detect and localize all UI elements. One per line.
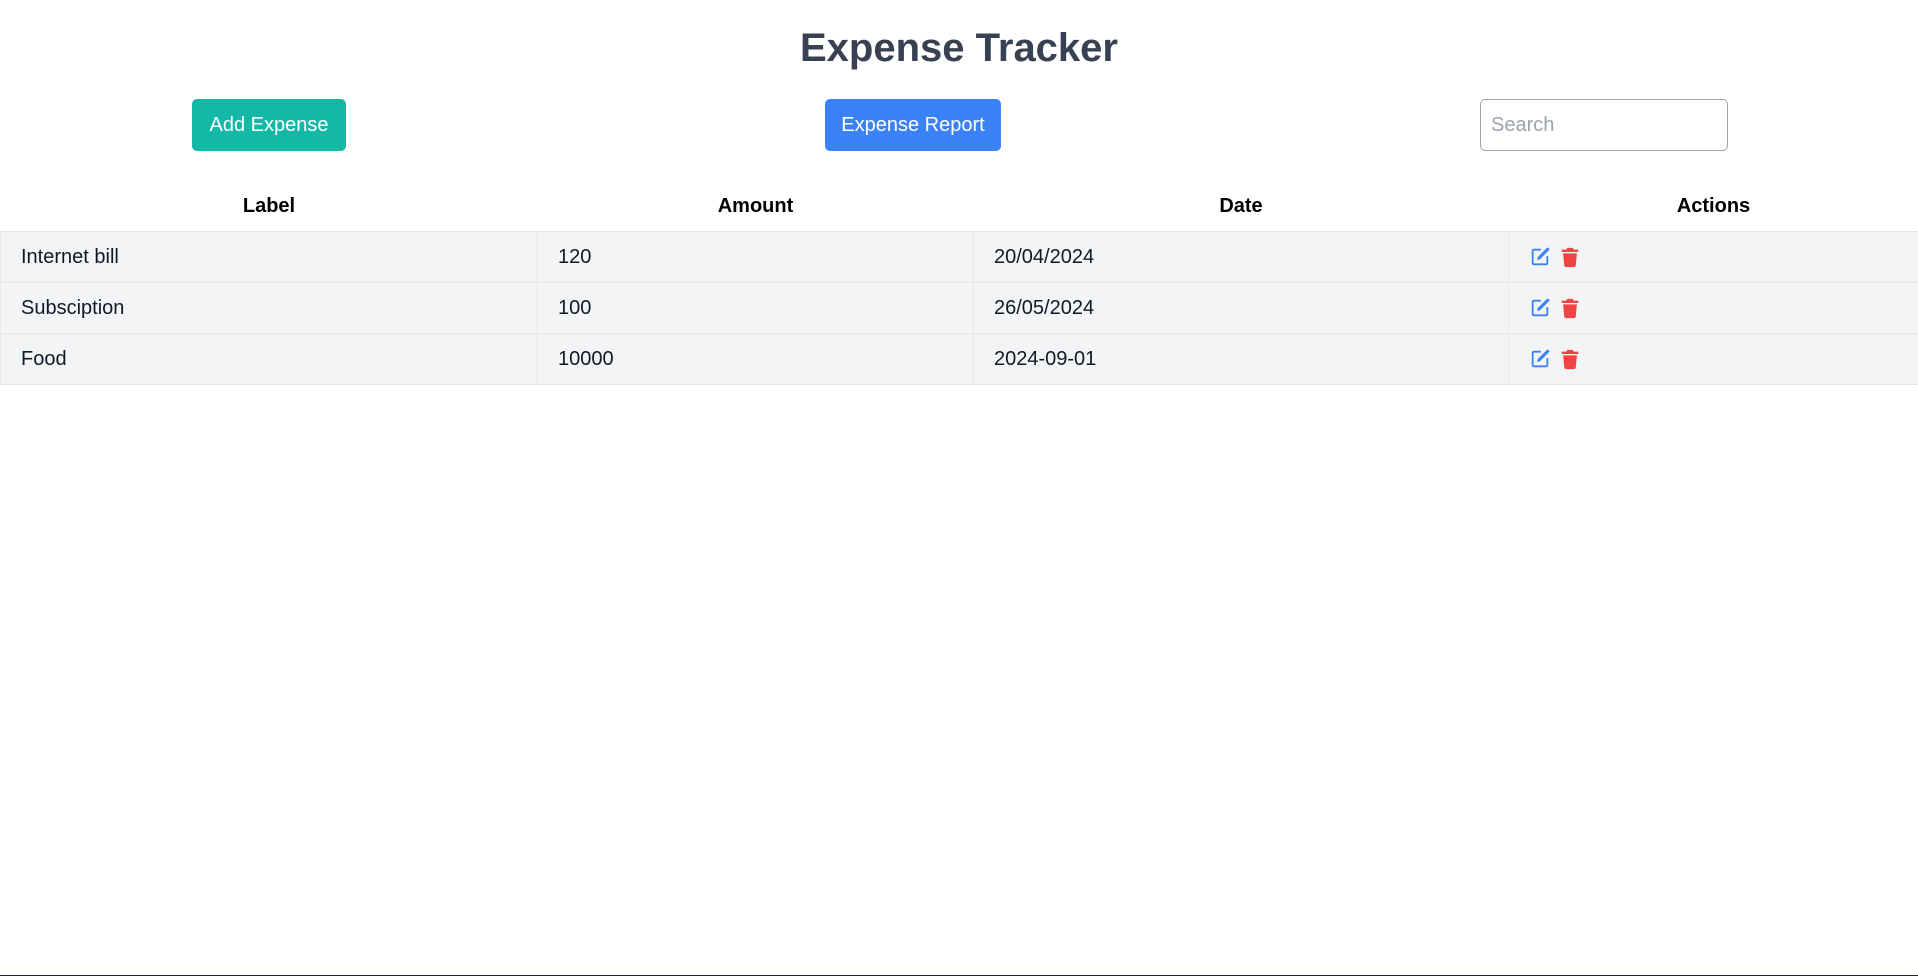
cell-label: Food	[0, 333, 538, 385]
table-row: Internet bill 120 20/04/2024	[0, 231, 1918, 283]
trash-icon[interactable]	[1559, 348, 1581, 370]
cell-actions	[1508, 333, 1918, 385]
cell-amount: 120	[537, 231, 974, 283]
page-title: Expense Tracker	[800, 26, 1118, 70]
cell-actions	[1508, 282, 1918, 334]
trash-icon[interactable]	[1559, 297, 1581, 319]
page: Expense Tracker Add Expense Expense Repo…	[0, 0, 1918, 976]
edit-icon[interactable]	[1529, 348, 1551, 370]
cell-label: Internet bill	[0, 231, 538, 283]
edit-icon[interactable]	[1529, 246, 1551, 268]
table-header: Label Amount Date Actions	[1, 181, 1918, 232]
cell-date: 2024-09-01	[973, 333, 1509, 385]
cell-date: 26/05/2024	[973, 282, 1509, 334]
expense-table: Label Amount Date Actions Internet bill …	[0, 181, 1918, 385]
add-expense-button[interactable]: Add Expense	[192, 99, 346, 151]
cell-amount: 10000	[537, 333, 974, 385]
edit-icon[interactable]	[1529, 297, 1551, 319]
table-row: Food 10000 2024-09-01	[0, 333, 1918, 385]
column-header-amount[interactable]: Amount	[538, 181, 974, 232]
expense-report-button[interactable]: Expense Report	[825, 99, 1001, 151]
table-header-row: Label Amount Date Actions	[1, 181, 1918, 232]
search-input[interactable]	[1480, 99, 1728, 151]
table-row: Subsciption 100 26/05/2024	[0, 282, 1918, 334]
cell-amount: 100	[537, 282, 974, 334]
cell-date: 20/04/2024	[973, 231, 1509, 283]
column-header-actions: Actions	[1676, 194, 1751, 217]
column-header-date[interactable]: Date	[974, 181, 1509, 232]
table-body: Internet bill 120 20/04/2024 Subsciption…	[0, 231, 1918, 385]
cell-actions	[1508, 231, 1918, 283]
cell-label: Subsciption	[0, 282, 538, 334]
column-header-label[interactable]: Label	[1, 181, 538, 232]
trash-icon[interactable]	[1559, 246, 1581, 268]
